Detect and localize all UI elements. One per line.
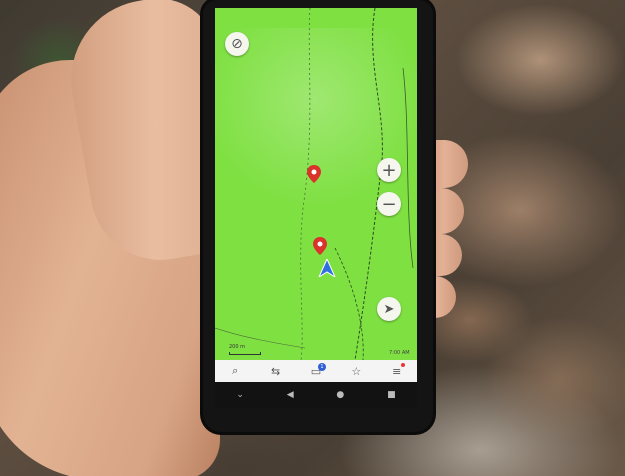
map-scale-bar: [229, 352, 261, 355]
map-pin-icon[interactable]: [313, 237, 327, 255]
status-text: 7:00 AM: [389, 350, 410, 356]
route-icon[interactable]: ⇆: [264, 365, 288, 378]
photo-background: ⊘ + − ➤ 200 m 7:00 AM ⌕ ⇆ ▭ 1 ☆ ≡ ⌄ ◀ ● …: [0, 0, 625, 476]
zoom-out-button[interactable]: −: [377, 192, 401, 216]
tracks-badge: 1: [317, 362, 326, 371]
smartphone: ⊘ + − ➤ 200 m 7:00 AM ⌕ ⇆ ▭ 1 ☆ ≡ ⌄ ◀ ● …: [203, 0, 433, 432]
navigation-arrow-icon[interactable]: ➤: [377, 297, 401, 321]
layers-off-icon[interactable]: ⊘: [225, 32, 249, 56]
zoom-in-button[interactable]: +: [377, 158, 401, 182]
map-view[interactable]: ⊘ + − ➤ 200 m 7:00 AM: [215, 8, 417, 360]
notification-dot: [400, 362, 405, 367]
map-pin-icon[interactable]: [307, 165, 321, 183]
recents-icon[interactable]: ■: [387, 390, 396, 400]
favorites-icon[interactable]: ☆: [344, 365, 368, 378]
search-icon[interactable]: ⌕: [223, 364, 247, 378]
chevron-down-icon[interactable]: ⌄: [236, 390, 244, 400]
menu-icon[interactable]: ≡: [385, 362, 409, 378]
current-location-arrow-icon: [318, 259, 336, 277]
bottom-navigation: ⌕ ⇆ ▭ 1 ☆ ≡: [215, 360, 417, 382]
system-navigation-bar: ⌄ ◀ ● ■: [215, 382, 417, 408]
tracks-icon[interactable]: ▭ 1: [304, 362, 328, 378]
map-scale-label: 200 m: [229, 344, 246, 350]
back-icon[interactable]: ◀: [287, 390, 294, 400]
home-icon[interactable]: ●: [336, 390, 344, 400]
